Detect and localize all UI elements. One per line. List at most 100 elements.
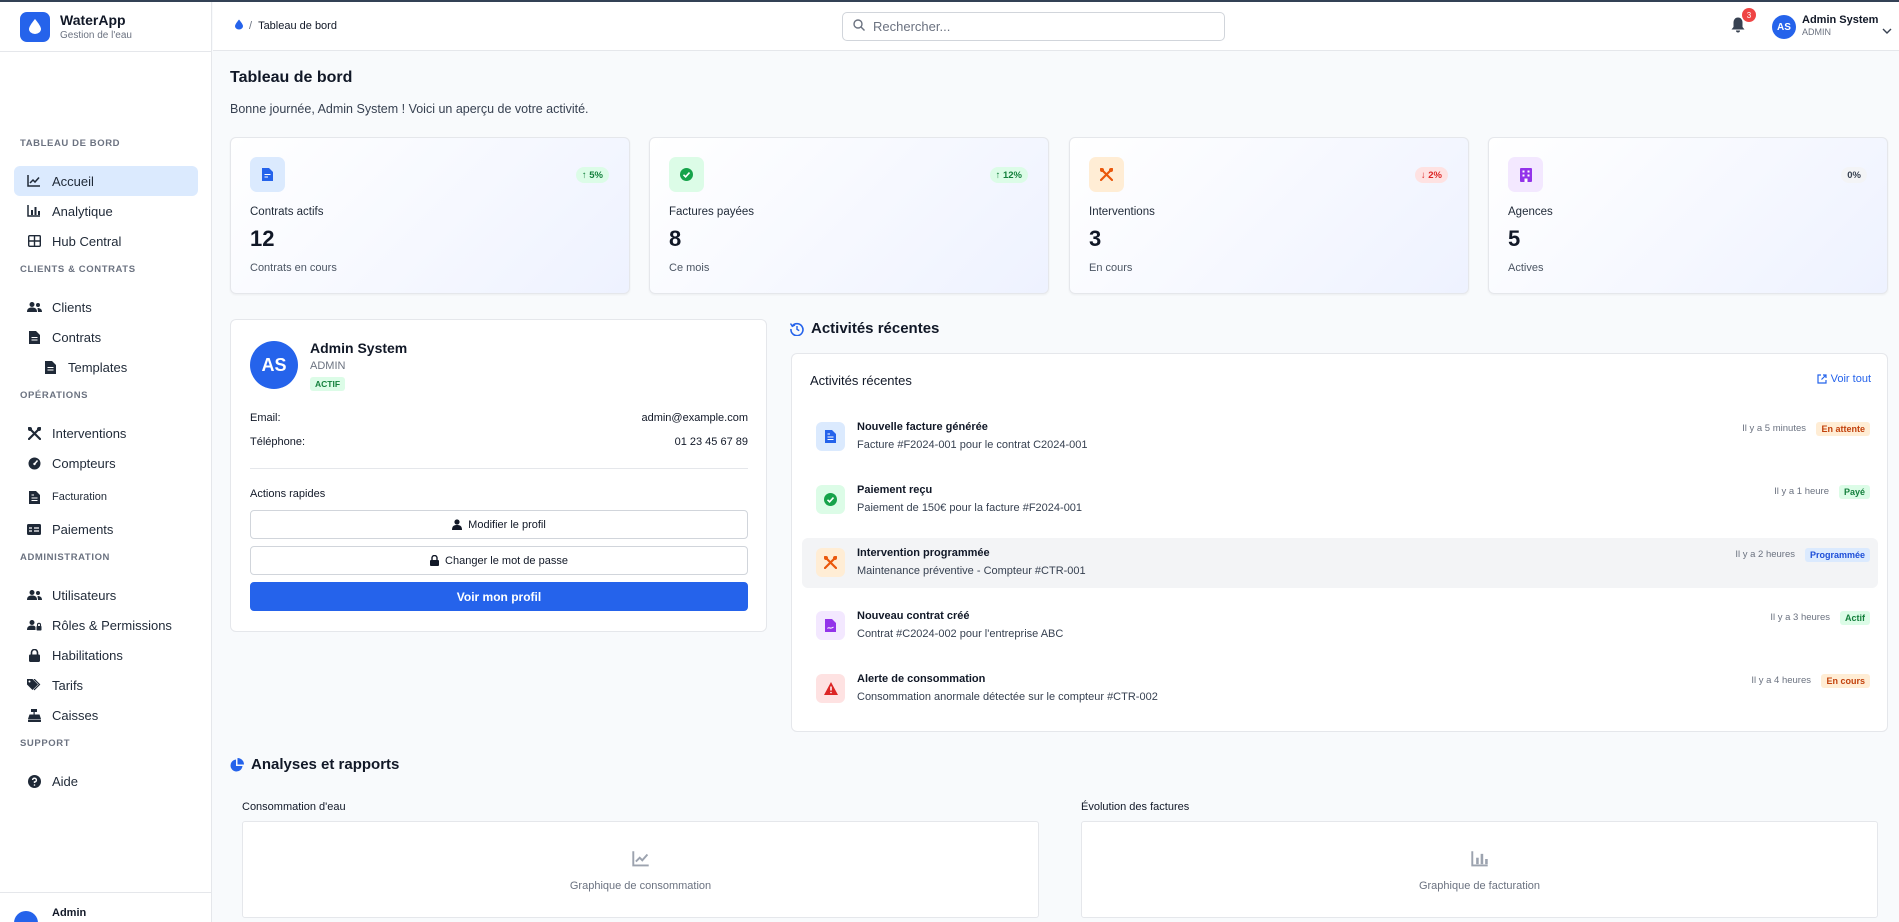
sidebar-item-label: Interventions (52, 425, 127, 441)
stat-value: 3 (1089, 226, 1102, 251)
activity-item[interactable]: Paiement reçu Paiement de 150€ pour la fa… (802, 475, 1878, 525)
trend-badge: 0% (1841, 167, 1867, 183)
breadcrumb-current: Tableau de bord (258, 20, 337, 32)
sidebar-item-clients[interactable]: Clients (14, 292, 198, 322)
chart-placeholder: Graphique de consommation (242, 821, 1039, 918)
edit-profile-button[interactable]: Modifier le profil (250, 510, 748, 539)
breadcrumb: / Tableau de bord (235, 19, 337, 33)
avatar[interactable]: AS (1772, 15, 1796, 39)
sidebar-item-habilitations[interactable]: Habilitations (14, 640, 198, 670)
search-input[interactable] (873, 19, 1203, 34)
stat-label: Interventions (1089, 206, 1155, 218)
sidebar-user-name: Admin (52, 907, 87, 919)
view-profile-button[interactable]: Voir mon profil (250, 582, 748, 611)
water-drop-icon[interactable] (235, 19, 243, 33)
stat-caption: En cours (1089, 262, 1133, 274)
activity-item[interactable]: Nouveau contrat créé Contrat #C2024-002 p… (802, 601, 1878, 651)
user-role: ADMIN (1802, 27, 1831, 37)
activity-title: Nouvelle facture générée (857, 421, 988, 433)
reports-section-heading: Analyses et rapports (230, 756, 399, 773)
profile-email-row: Email: admin@example.com (250, 412, 748, 424)
activity-title: Intervention programmée (857, 547, 990, 559)
change-password-label: Changer le mot de passe (445, 554, 568, 567)
sidebar-item-paiements[interactable]: Paiements (14, 514, 198, 544)
contract-icon (816, 611, 845, 640)
stat-label: Agences (1508, 206, 1553, 218)
sidebar-item-label: Analytique (52, 203, 113, 219)
sidebar-section-title: CLIENTS & CONTRATS (20, 264, 136, 275)
sidebar-item-label: Aide (52, 773, 79, 789)
sidebar-item-accueil[interactable]: Accueil (14, 166, 198, 196)
history-icon (790, 322, 804, 336)
sidebar-item-tarifs[interactable]: Tarifs (14, 670, 198, 700)
cash-register-icon (26, 707, 42, 723)
chart-line-icon (631, 851, 650, 870)
invoice-icon (816, 422, 845, 451)
sidebar-item-utilisateurs[interactable]: Utilisateurs (14, 580, 198, 610)
breadcrumb-separator: / (249, 20, 253, 32)
chevron-down-icon[interactable] (1882, 22, 1892, 37)
sidebar: WaterApp Gestion de l'eau TABLEAU DE BOR… (0, 2, 212, 922)
sidebar-item-facturation[interactable]: Facturation (14, 482, 198, 512)
grid-icon (26, 233, 42, 249)
sidebar-item-compteurs[interactable]: Compteurs (14, 448, 198, 478)
activity-title: Alerte de consommation (857, 673, 986, 685)
activity-item[interactable]: Alerte de consommation Consommation anorm… (802, 664, 1878, 714)
status-badge: Actif (1840, 611, 1870, 625)
sidebar-item-interventions[interactable]: Interventions (14, 418, 198, 448)
sidebar-item-aide[interactable]: Aide (14, 766, 198, 796)
card-icon (26, 521, 42, 537)
activity-description: Consommation anormale détectée sur le co… (857, 691, 1158, 703)
phone-value: 01 23 45 67 89 (674, 436, 748, 448)
stat-card[interactable]: ↓ 2% Interventions 3 En cours (1069, 137, 1469, 294)
activity-card: Activités récentes Voir tout Nouvelle fa… (791, 353, 1888, 732)
change-password-button[interactable]: Changer le mot de passe (250, 546, 748, 575)
stat-card[interactable]: 0% Agences 5 Actives (1488, 137, 1888, 294)
file-icon (26, 329, 42, 345)
sidebar-item-label: Facturation (52, 491, 108, 503)
activity-item[interactable]: Intervention programmée Maintenance préve… (802, 538, 1878, 588)
activity-time: Il y a 3 heures (1770, 612, 1830, 623)
activity-title: Nouveau contrat créé (857, 610, 970, 622)
trend-badge: ↓ 2% (1414, 167, 1448, 183)
trend-badge: ↑ 12% (989, 167, 1028, 183)
sidebar-item-label: Contrats (52, 329, 102, 345)
email-value: admin@example.com (641, 412, 748, 424)
file-contract-icon (250, 157, 285, 192)
sidebar-item-caisses[interactable]: Caisses (14, 700, 198, 730)
sidebar-item-analytique[interactable]: Analytique (14, 196, 198, 226)
building-icon (1508, 157, 1543, 192)
sidebar-item-label: Utilisateurs (52, 587, 117, 603)
stat-card[interactable]: ↑ 12% Factures payées 8 Ce mois (649, 137, 1049, 294)
sidebar-item-templates[interactable]: Templates (30, 352, 198, 382)
brand[interactable]: WaterApp Gestion de l'eau (0, 2, 211, 52)
sidebar-item-contrats[interactable]: Contrats (14, 322, 198, 352)
search-box[interactable] (842, 12, 1225, 41)
activity-item[interactable]: Nouvelle facture générée Facture #F2024-0… (802, 412, 1878, 462)
sidebar-section-title: OPÉRATIONS (20, 390, 89, 401)
activity-time: Il y a 2 heures (1735, 549, 1795, 560)
top-header: / Tableau de bord 3 AS Admin System ADMI… (213, 2, 1899, 51)
app-subtitle: Gestion de l'eau (60, 30, 132, 41)
app-name: WaterApp (60, 12, 126, 28)
user-icon (452, 519, 463, 530)
page-title: Tableau de bord (230, 69, 353, 86)
sidebar-user[interactable]: Admin (0, 892, 212, 922)
user-name: Admin System (1802, 14, 1879, 26)
stat-card[interactable]: ↑ 5% Contrats actifs 12 Contrats en cours (230, 137, 630, 294)
sidebar-section-title: TABLEAU DE BORD (20, 138, 121, 149)
stat-value: 12 (250, 226, 275, 251)
edit-profile-label: Modifier le profil (468, 518, 546, 531)
status-badge: Programmée (1804, 548, 1870, 562)
see-all-link[interactable]: Voir tout (1817, 373, 1871, 385)
chart-placeholder: Graphique de facturation (1081, 821, 1878, 918)
external-link-icon (1817, 374, 1827, 384)
trend-badge: ↑ 5% (575, 167, 609, 183)
activity-card-title: Activités récentes (810, 373, 912, 388)
sidebar-item-r-les-permissions[interactable]: Rôles & Permissions (14, 610, 198, 640)
user-menu[interactable]: Admin System ADMIN (1802, 14, 1878, 37)
quick-actions-title: Actions rapides (250, 488, 326, 500)
sidebar-item-hub-central[interactable]: Hub Central (14, 226, 198, 256)
sidebar-item-label: Hub Central (52, 233, 122, 249)
sidebar-item-label: Tarifs (52, 677, 84, 693)
